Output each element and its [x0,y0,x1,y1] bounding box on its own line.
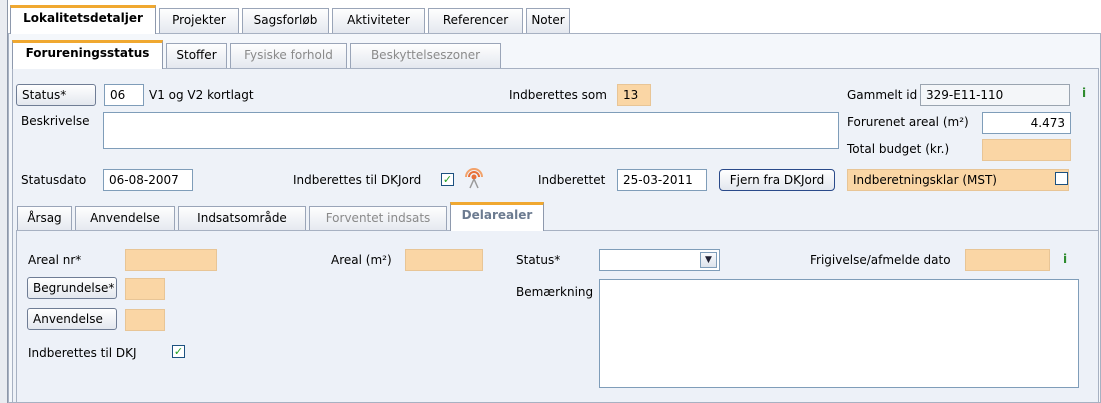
chevron-down-icon[interactable]: ▼ [700,252,717,268]
areal-field [405,249,483,271]
tab-fysiske-forhold[interactable]: Fysiske forhold [230,43,347,68]
indberettes-som-label: Indberettes som [509,88,607,102]
tab-anvendelse[interactable]: Anvendelse [75,206,175,231]
indberettes-dkjord-label: Indberettes til DKJord [293,173,422,187]
beskrivelse-label: Beskrivelse [21,114,90,128]
frigivelse-field [965,249,1050,271]
tab-lokalitetsdetaljer[interactable]: Lokalitetsdetaljer [10,5,156,34]
areal-nr-field [125,249,217,271]
total-budget-label: Total budget (kr.) [847,142,950,156]
statusdato-field[interactable]: 06-08-2007 [103,169,193,191]
frigivelse-label: Frigivelse/afmelde dato [810,253,951,267]
tab-aktiviteter[interactable]: Aktiviteter [332,8,425,33]
indberettes-dkjord-checkbox[interactable]: ✓ [441,173,454,186]
indberettet-label: Indberettet [538,173,606,187]
forurenet-areal-field[interactable]: 4.473 [982,112,1071,134]
info-icon[interactable]: i [1063,252,1067,266]
total-budget-field [982,139,1071,161]
begrundelse-button[interactable]: Begrundelse* [27,277,117,299]
status-code-field[interactable]: 06 [104,84,144,106]
areal-label: Areal (m²) [331,253,392,267]
bemaerkning-label: Bemærkning [516,285,594,299]
tab-noter[interactable]: Noter [526,8,570,33]
anvendelse-button[interactable]: Anvendelse [27,308,117,330]
tab-forventet-indsats[interactable]: Forventet indsats [309,206,447,231]
info-icon[interactable]: i [1082,86,1086,100]
delareal-status-label: Status* [516,253,561,267]
bemaerkning-field[interactable] [599,279,1079,388]
tab-forureningsstatus[interactable]: Forureningsstatus [12,40,163,69]
statusdato-label: Statusdato [21,173,87,187]
tab-projekter[interactable]: Projekter [159,8,239,33]
tab-stoffer[interactable]: Stoffer [166,43,227,68]
beskrivelse-field[interactable] [103,112,839,149]
tab-aarsag[interactable]: Årsag [17,206,72,231]
broadcast-icon[interactable] [463,167,485,189]
begrundelse-field [125,278,165,300]
indberetningsklar-field: Indberetningsklar (MST) [847,169,1069,191]
areal-nr-label: Areal nr* [28,253,82,267]
indberettet-field[interactable]: 25-03-2011 [617,169,707,191]
tab-beskyttelseszoner[interactable]: Beskyttelseszoner [350,43,501,68]
gammelt-id-label: Gammelt id [847,88,918,102]
tab-sagsforloeb[interactable]: Sagsforløb [242,8,329,33]
status-text: V1 og V2 kortlagt [149,88,254,102]
anvendelse-field [125,309,165,331]
forurenet-areal-label: Forurenet areal (m²) [847,115,969,129]
tab-referencer[interactable]: Referencer [428,8,523,33]
window-left-edge [0,0,8,403]
indberettes-som-field: 13 [617,84,651,106]
tab-delarealer[interactable]: Delarealer [450,202,544,231]
status-button[interactable]: Status* [16,84,96,106]
indberettes-dkj-checkbox[interactable]: ✓ [172,345,185,358]
indberetningsklar-checkbox[interactable] [1055,172,1068,185]
gammelt-id-field: 329-E11-110 [920,84,1070,106]
fjern-fra-dkjord-button[interactable]: Fjern fra DKJord [719,169,835,191]
tab-indsatsomraade[interactable]: Indsatsområde [178,206,306,231]
indberettes-dkj-label: Indberettes til DKJ [28,346,137,360]
